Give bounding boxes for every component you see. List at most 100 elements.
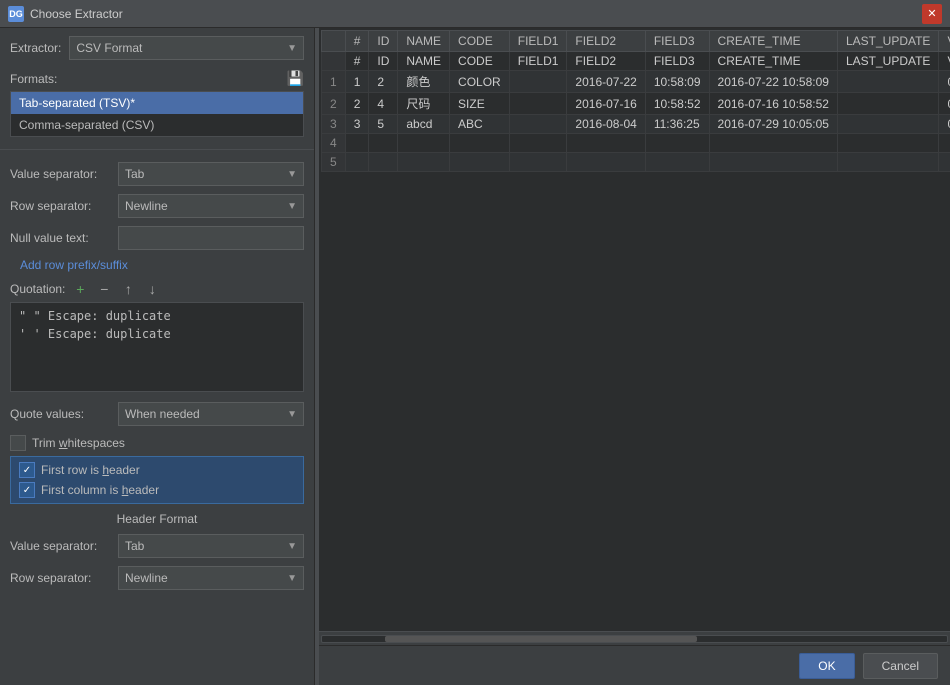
table-cell <box>645 153 709 172</box>
preview-table: # ID NAME CODE FIELD1 FIELD2 FIELD3 CREA… <box>321 30 950 172</box>
quote-values-label: Quote values: <box>10 407 110 421</box>
table-row: 335abcdABC2016-08-0411:36:252016-07-29 1… <box>322 115 950 134</box>
preview-table-container[interactable]: # ID NAME CODE FIELD1 FIELD2 FIELD3 CREA… <box>319 28 950 631</box>
first-column-header-row: ✓ First column is header <box>15 480 299 500</box>
col-header-hash: # <box>345 31 369 52</box>
col-header-create-time: CREATE_TIME <box>709 31 837 52</box>
cancel-button[interactable]: Cancel <box>863 653 938 679</box>
table-cell: LAST_UPDATE <box>837 52 938 71</box>
table-cell <box>509 93 567 115</box>
table-cell: 10:58:09 <box>645 71 709 93</box>
formats-header: Formats: 💾 <box>10 70 304 87</box>
row-separator-row: Row separator: Newline ▼ <box>0 190 314 222</box>
ok-button[interactable]: OK <box>799 653 854 679</box>
quotation-remove-button[interactable]: − <box>95 280 113 298</box>
value-separator-label: Value separator: <box>10 167 110 181</box>
formats-save-icon[interactable]: 💾 <box>287 70 304 87</box>
title-bar-text: Choose Extractor <box>30 7 922 21</box>
table-cell: 1 <box>345 71 369 93</box>
quotation-up-button[interactable]: ↑ <box>119 280 137 298</box>
bottom-bar: OK Cancel <box>319 645 950 685</box>
col-header-field1: FIELD1 <box>509 31 567 52</box>
extractor-combo[interactable]: CSV Format ▼ <box>69 36 304 60</box>
row-separator-2-label: Row separator: <box>10 571 110 585</box>
row-number-cell: 5 <box>322 153 346 172</box>
row-separator-combo[interactable]: Newline ▼ <box>118 194 304 218</box>
value-separator-value: Tab <box>125 167 144 181</box>
table-cell <box>709 153 837 172</box>
value-separator-2-value: Tab <box>125 539 144 553</box>
quotation-header: Quotation: + − ↑ ↓ <box>10 280 304 298</box>
row-separator-arrow: ▼ <box>287 201 297 212</box>
table-cell <box>509 134 567 153</box>
table-cell: 2016-07-16 10:58:52 <box>709 93 837 115</box>
table-cell <box>709 134 837 153</box>
table-cell <box>567 153 645 172</box>
col-header-id: ID <box>369 31 398 52</box>
table-cell: FIELD1 <box>509 52 567 71</box>
col-header-field3: FIELD3 <box>645 31 709 52</box>
table-cell <box>645 134 709 153</box>
row-separator-2-combo[interactable]: Newline ▼ <box>118 566 304 590</box>
col-header-ve: VE <box>939 31 950 52</box>
first-row-header-checkbox[interactable]: ✓ <box>19 462 35 478</box>
null-value-input[interactable] <box>118 226 304 250</box>
row-separator-2-row: Row separator: Newline ▼ <box>0 562 314 594</box>
table-cell <box>837 115 938 134</box>
format-item-csv[interactable]: Comma-separated (CSV) <box>11 114 303 136</box>
row-number-cell: 4 <box>322 134 346 153</box>
extractor-combo-arrow: ▼ <box>287 43 297 54</box>
trim-whitespaces-checkbox[interactable] <box>10 435 26 451</box>
table-cell: # <box>345 52 369 71</box>
first-column-header-checkbox[interactable]: ✓ <box>19 482 35 498</box>
row-number-cell: 1 <box>322 71 346 93</box>
table-cell: FIELD2 <box>567 52 645 71</box>
table-cell: FIELD3 <box>645 52 709 71</box>
quote-values-combo[interactable]: When needed ▼ <box>118 402 304 426</box>
table-cell <box>369 134 398 153</box>
table-cell <box>509 153 567 172</box>
extractor-combo-value: CSV Format <box>76 41 142 55</box>
value-separator-arrow: ▼ <box>287 169 297 180</box>
scrollbar-track <box>321 635 948 643</box>
close-button[interactable]: ✕ <box>922 4 942 24</box>
first-column-header-label: First column is header <box>41 483 159 497</box>
value-separator-2-combo[interactable]: Tab ▼ <box>118 534 304 558</box>
row-separator-2-value: Newline <box>125 571 168 585</box>
quot-item-2[interactable]: ' ' Escape: duplicate <box>15 325 299 343</box>
col-header-rownum <box>322 31 346 52</box>
row-separator-value: Newline <box>125 199 168 213</box>
table-cell: 0 <box>939 115 950 134</box>
formats-section: Formats: 💾 Tab-separated (TSV)* Comma-se… <box>0 66 314 141</box>
formats-label: Formats: <box>10 72 57 86</box>
table-cell: 尺码 <box>398 93 450 115</box>
quot-item-1[interactable]: " " Escape: duplicate <box>15 307 299 325</box>
table-cell <box>369 153 398 172</box>
value-separator-2-label: Value separator: <box>10 539 110 553</box>
col-header-name: NAME <box>398 31 450 52</box>
first-row-header-row: ✓ First row is header <box>15 460 299 480</box>
title-bar: DG Choose Extractor ✕ <box>0 0 950 28</box>
table-cell: 颜色 <box>398 71 450 93</box>
table-cell: COLOR <box>450 71 510 93</box>
value-separator-row: Value separator: Tab ▼ <box>0 158 314 190</box>
table-cell: abcd <box>398 115 450 134</box>
table-cell: 0 <box>939 71 950 93</box>
table-cell <box>837 71 938 93</box>
table-cell: 2016-08-04 <box>567 115 645 134</box>
table-row: 4 <box>322 134 950 153</box>
trim-whitespaces-row: Trim whitespaces <box>0 432 314 454</box>
add-row-prefix-row: Add row prefix/suffix <box>0 254 314 276</box>
add-row-prefix-link[interactable]: Add row prefix/suffix <box>10 254 138 276</box>
quotation-add-button[interactable]: + <box>71 280 89 298</box>
trim-whitespaces-label: Trim whitespaces <box>32 436 125 450</box>
table-cell <box>345 134 369 153</box>
table-cell <box>509 115 567 134</box>
quotation-label: Quotation: <box>10 282 65 296</box>
app-icon: DG <box>8 6 24 22</box>
quotation-down-button[interactable]: ↓ <box>143 280 161 298</box>
table-cell: ABC <box>450 115 510 134</box>
format-item-tsv[interactable]: Tab-separated (TSV)* <box>11 92 303 114</box>
value-separator-combo[interactable]: Tab ▼ <box>118 162 304 186</box>
preview-scrollbar[interactable] <box>319 631 950 645</box>
